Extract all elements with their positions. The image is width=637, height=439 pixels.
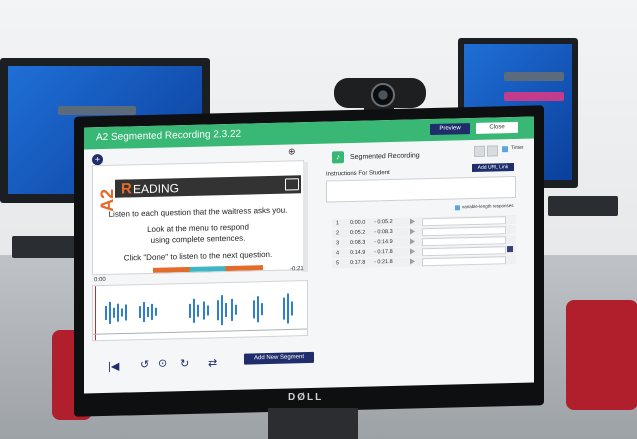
segment-number: 4 <box>336 250 340 257</box>
segment-end: - 0:05.2 <box>374 218 393 226</box>
close-button[interactable]: Close <box>476 121 518 134</box>
waveform-graphic <box>93 293 307 335</box>
segment-play-icon[interactable] <box>410 228 415 235</box>
color-strip <box>153 265 263 273</box>
variable-length-label: variable-length responses <box>462 203 514 210</box>
segment-play-icon[interactable] <box>410 218 415 225</box>
segment-number: 2 <box>336 230 340 237</box>
background-keyboard-right <box>548 196 618 216</box>
instructions-label: Instructions For Student <box>326 170 390 178</box>
plus-icon[interactable]: + <box>92 154 103 166</box>
webcam-lens <box>371 83 395 107</box>
reading-initial: R <box>121 180 132 198</box>
timer-checkbox[interactable] <box>502 146 508 153</box>
mic-icon: ♪ <box>332 151 344 164</box>
play-icon[interactable]: ⊙ <box>158 356 167 369</box>
segment-end: - 0:14.9 <box>374 238 393 246</box>
forward-icon[interactable]: ↻ <box>180 357 189 370</box>
red-chair <box>566 300 637 410</box>
instruction-line: Listen to each question that the waitres… <box>108 205 288 219</box>
segment-start: 0:05.2 <box>350 229 366 236</box>
variable-length-checkbox[interactable] <box>455 205 460 211</box>
delete-segment-icon[interactable] <box>507 246 513 253</box>
segment-number: 5 <box>336 260 340 267</box>
add-segment-button[interactable]: Add New Segment <box>244 351 314 365</box>
waveform[interactable] <box>92 280 308 342</box>
instruction-line: Click "Done" to listen to the next quest… <box>123 249 273 263</box>
background-keyboard-left <box>12 236 78 258</box>
instructions-field[interactable] <box>326 175 516 203</box>
timer-label: Timer <box>511 144 524 152</box>
segment-play-icon[interactable] <box>410 238 415 245</box>
segment-end: - 0:17.8 <box>374 248 393 256</box>
segment-start: 0:14.9 <box>350 249 366 256</box>
segment-table: 1 0:00.0 - 0:05.2 2 0:05.2 - 0:08.3 3 0:… <box>332 214 516 269</box>
book-icon <box>285 178 299 191</box>
lesson-image: A2 R EADING Listen to each question that… <box>92 160 304 276</box>
segment-end: - 0:08.3 <box>374 228 393 236</box>
segmented-recording-label: Segmented Recording <box>350 152 420 161</box>
segment-play-icon[interactable] <box>410 258 415 265</box>
segment-start: 0:17.8 <box>350 259 366 266</box>
app-title: A2 Segmented Recording 2.3.22 <box>96 128 242 144</box>
add-url-button[interactable]: Add URL Link <box>472 162 514 173</box>
reading-title: EADING <box>133 181 180 197</box>
preview-button[interactable]: Preview <box>430 123 470 136</box>
reading-banner: R EADING <box>115 175 301 198</box>
loop-icon[interactable]: ⇄ <box>208 356 217 369</box>
background-window-bar <box>504 72 564 81</box>
segment-start: 0:00.0 <box>350 219 366 226</box>
option-square[interactable] <box>474 145 485 157</box>
segment-end: - 0:21.8 <box>374 258 393 266</box>
time-remaining: -0:21 <box>290 266 304 273</box>
monitor-logo: DØLL <box>288 392 324 403</box>
skip-start-icon[interactable]: |◀ <box>108 360 119 373</box>
webcam <box>334 78 426 114</box>
zoom-icon[interactable]: ⊕ <box>288 146 296 157</box>
segment-input[interactable] <box>422 256 506 267</box>
rewind-icon[interactable]: ↺ <box>140 358 149 371</box>
background-window-bar <box>504 92 564 101</box>
segment-number: 3 <box>336 240 340 247</box>
option-square[interactable] <box>487 145 498 157</box>
background-window-bar <box>58 106 136 115</box>
app-screen: A2 Segmented Recording 2.3.22 Preview Cl… <box>84 116 534 394</box>
scrollbar[interactable] <box>303 162 308 273</box>
monitor-stand <box>268 408 358 439</box>
settings-panel: ♪ Segmented Recording Timer Add URL Link… <box>324 139 534 388</box>
segment-play-icon[interactable] <box>410 248 415 255</box>
segment-number: 1 <box>336 220 340 227</box>
segment-start: 0:08.3 <box>350 239 366 246</box>
time-elapsed: 0:00 <box>94 276 106 284</box>
